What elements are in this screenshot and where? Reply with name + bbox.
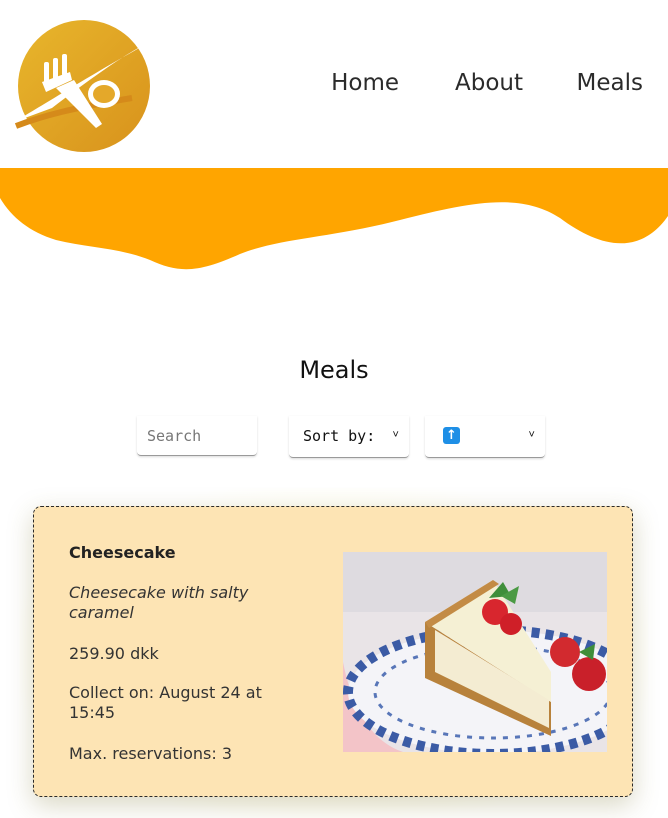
page-title: Meals xyxy=(299,356,369,385)
search-input[interactable] xyxy=(137,416,257,456)
up-arrow-icon: ↑ xyxy=(443,427,460,444)
nav-home-link[interactable]: Home xyxy=(331,70,399,96)
nav-meals-link[interactable]: Meals xyxy=(577,70,643,96)
meal-max-reservations: Max. reservations: 3 xyxy=(69,744,232,763)
chevron-down-icon: ˅ xyxy=(528,428,535,441)
meal-price: 259.90 dkk xyxy=(69,644,159,663)
meal-name: Cheesecake xyxy=(69,543,176,562)
meal-filter-controls: Sort by: ˅ ↑ ˅ xyxy=(0,416,668,460)
orange-drip-banner xyxy=(0,168,668,270)
meal-card[interactable]: Cheesecake Cheesecake with salty caramel… xyxy=(33,506,633,797)
meal-description: Cheesecake with salty caramel xyxy=(69,583,249,622)
fork-spoon-logo-icon[interactable] xyxy=(12,10,152,160)
sort-order-select[interactable]: ↑ ˅ xyxy=(425,416,545,458)
site-header: Home About Meals xyxy=(0,0,668,170)
meal-collect-time: Collect on: August 24 at 15:45 xyxy=(69,683,262,722)
sort-by-label: Sort by: xyxy=(303,427,376,445)
chevron-down-icon: ˅ xyxy=(392,428,399,441)
sort-by-select[interactable]: Sort by: ˅ xyxy=(289,416,409,458)
cheesecake-photo xyxy=(343,552,607,752)
nav-about-link[interactable]: About xyxy=(455,70,523,96)
